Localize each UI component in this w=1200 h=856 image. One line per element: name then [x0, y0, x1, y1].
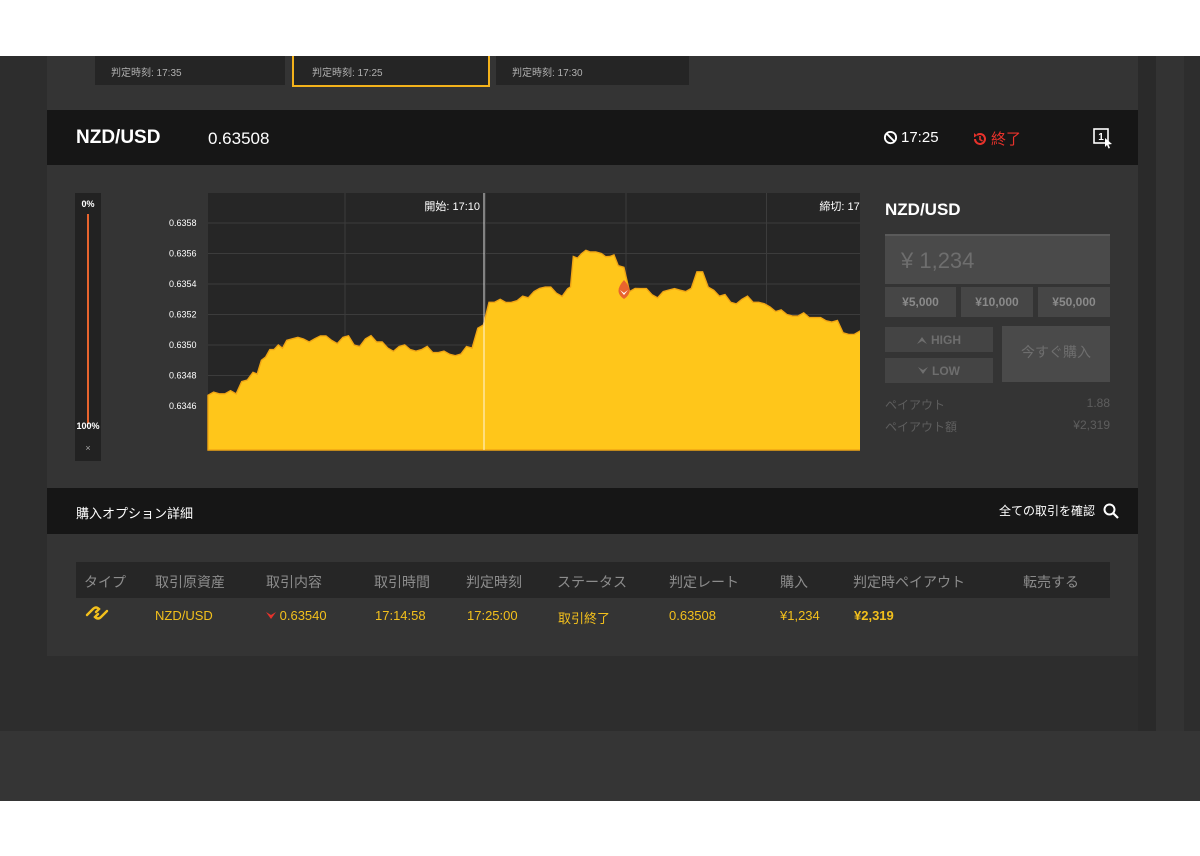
y-tick-label: 0.6350	[169, 340, 197, 350]
row-payout: ¥2,319	[854, 608, 894, 623]
option-type-icon	[84, 604, 110, 625]
col-purchase: 購入	[780, 574, 808, 590]
row-trade-time: 17:14:58	[375, 608, 426, 623]
row-asset: NZD/USD	[155, 608, 213, 623]
expiry-card[interactable]: 判定時刻: 17:35	[95, 56, 285, 85]
col-payout: 判定時ペイアウト	[853, 574, 965, 590]
low-arrow-icon	[266, 612, 276, 619]
expiry-card[interactable]: 判定時刻: 17:30	[496, 56, 689, 85]
gauge-bottom-label: 100%	[76, 421, 100, 431]
payout-amount-value: ¥2,319	[1073, 418, 1110, 432]
scrollbar-track[interactable]	[1156, 56, 1184, 731]
buy-now-button[interactable]: 今すぐ購入	[1002, 326, 1110, 382]
payout-value: 1.88	[1086, 396, 1110, 410]
high-button-label: HIGH	[931, 332, 961, 347]
low-button[interactable]: LOW	[885, 358, 993, 383]
all-trades-label: 全ての取引を確認	[999, 504, 1096, 518]
details-header: 購入オプション詳細 全ての取引を確認	[47, 488, 1138, 534]
y-tick-label: 0.6356	[169, 249, 197, 259]
col-type: タイプ	[84, 574, 126, 590]
gauge-close-icon[interactable]: ×	[75, 443, 101, 453]
right-gutter	[1138, 56, 1156, 731]
expiry-card-selected[interactable]: 判定時刻: 17:25	[292, 56, 490, 87]
col-asset: 取引原資産	[155, 574, 225, 590]
row-content: 0.63540	[266, 608, 327, 623]
sentiment-gauge: 0% 100% ×	[75, 193, 101, 461]
expiry-card-label: 判定時刻: 17:30	[512, 68, 583, 79]
page-footer	[0, 731, 1200, 801]
y-tick-label: 0.6348	[169, 371, 197, 381]
y-tick-label: 0.6346	[169, 401, 197, 411]
row-rate: 0.63508	[669, 608, 716, 623]
amount-input[interactable]: ¥ 1,234	[885, 234, 1110, 284]
all-trades-link[interactable]: 全ての取引を確認	[999, 502, 1119, 519]
expiry-card-label: 判定時刻: 17:35	[111, 68, 182, 79]
trades-table-header: タイプ 取引原資産 取引内容 取引時間 判定時刻 ステータス 判定レート 購入 …	[76, 562, 1110, 598]
arrow-down-icon	[918, 366, 928, 374]
amount-input-value: ¥ 1,234	[901, 248, 975, 273]
details-title: 購入オプション詳細	[76, 506, 194, 521]
arrow-up-icon	[917, 336, 927, 344]
search-icon	[1103, 503, 1119, 519]
svg-text:1: 1	[1098, 132, 1104, 143]
row-status: 取引終了	[558, 611, 611, 626]
gauge-bar	[87, 214, 89, 424]
col-status: ステータス	[557, 574, 627, 590]
payout-amount-label: ペイアウト額	[885, 420, 958, 434]
row-content-value: 0.63540	[279, 608, 327, 623]
trade-panel: 判定時刻: 17:35 判定時刻: 17:25 判定時刻: 17:30 NZD/…	[47, 56, 1138, 656]
row-purchase: ¥1,234	[780, 608, 820, 623]
gauge-top-label: 0%	[81, 199, 95, 209]
status-ended-label: 終了	[991, 131, 1022, 148]
y-tick-label: 0.6352	[169, 310, 197, 320]
history-icon	[974, 132, 986, 145]
price-chart[interactable]: 17:0517:1017:1517:200.63580.63560.63540.…	[113, 193, 860, 456]
col-resell: 転売する	[1023, 574, 1079, 590]
low-button-label: LOW	[932, 363, 960, 378]
payout-label: ペイアウト	[885, 398, 946, 412]
col-trade-time: 取引時間	[374, 574, 430, 590]
status-ended: 終了	[972, 128, 1021, 149]
payout-row: ペイアウト 1.88	[885, 396, 1110, 413]
expiry-card-label: 判定時刻: 17:25	[312, 68, 383, 79]
current-rate: 0.63508	[208, 129, 270, 148]
col-rate: 判定レート	[669, 574, 739, 590]
expiry-time: 17:25	[883, 129, 939, 146]
y-tick-label: 0.6358	[169, 218, 197, 228]
y-tick-label: 0.6354	[169, 279, 197, 289]
quick-amount-50000-button[interactable]: ¥50,000	[1038, 287, 1110, 317]
col-expiry: 判定時刻	[466, 574, 522, 590]
price-chart-svg: 17:0517:1017:1517:200.63580.63560.63540.…	[113, 193, 860, 456]
order-pair: NZD/USD	[885, 200, 961, 219]
col-content: 取引内容	[266, 574, 322, 590]
asset-pair: NZD/USD	[76, 127, 161, 148]
app-window: 判定時刻: 17:35 判定時刻: 17:25 判定時刻: 17:30 NZD/…	[0, 56, 1200, 801]
high-button[interactable]: HIGH	[885, 327, 993, 352]
end-label: 締切: 17:24	[819, 199, 860, 213]
payout-amount-row: ペイアウト額 ¥2,319	[885, 418, 1110, 435]
asset-header: NZD/USD 0.63508 17:25 終了 1	[47, 110, 1138, 165]
one-click-toggle-icon[interactable]: 1	[1093, 127, 1113, 149]
quick-amount-5000-button[interactable]: ¥5,000	[885, 287, 956, 317]
quick-amount-10000-button[interactable]: ¥10,000	[961, 287, 1033, 317]
start-label: 開始: 17:10	[424, 199, 480, 213]
no-entry-icon	[883, 130, 898, 145]
row-expiry: 17:25:00	[467, 608, 518, 623]
expiry-time-value: 17:25	[901, 129, 939, 146]
table-row[interactable]: NZD/USD 0.63540 17:14:58 17:25:00 取引終了 0…	[76, 598, 1110, 634]
